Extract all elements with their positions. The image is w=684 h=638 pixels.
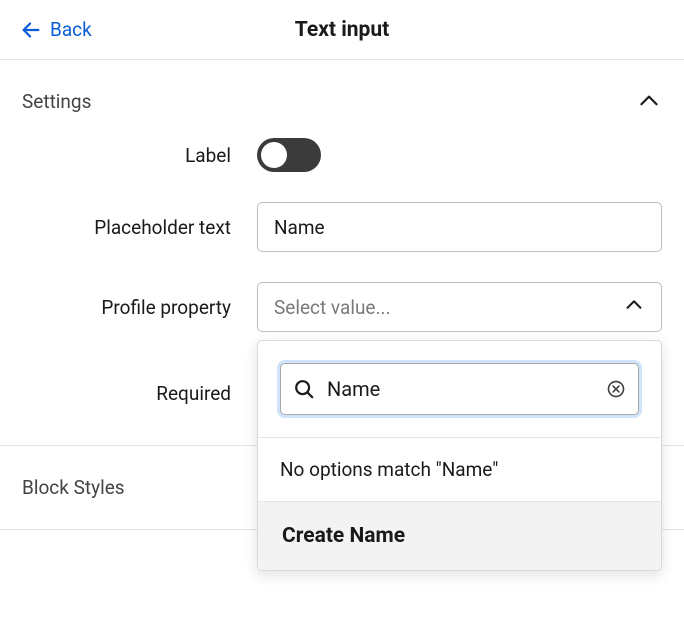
placeholder-text-input[interactable] xyxy=(257,202,662,252)
create-option[interactable]: Create Name xyxy=(258,501,661,570)
placeholder-row: Placeholder text xyxy=(22,202,662,252)
back-label: Back xyxy=(50,18,92,41)
settings-section-title: Settings xyxy=(22,90,91,113)
page-title: Text input xyxy=(295,18,389,42)
dropdown-search-input[interactable] xyxy=(327,377,606,401)
required-field-label: Required xyxy=(22,382,257,405)
select-placeholder-text: Select value... xyxy=(274,296,391,319)
chevron-up-icon xyxy=(636,88,662,114)
profile-property-row: Profile property Select value... xyxy=(22,282,662,332)
settings-section-header[interactable]: Settings xyxy=(0,60,684,138)
back-button[interactable]: Back xyxy=(20,18,92,41)
no-options-message: No options match "Name" xyxy=(258,438,661,501)
profile-property-select[interactable]: Select value... xyxy=(257,282,662,332)
block-styles-title: Block Styles xyxy=(22,476,125,499)
profile-property-dropdown: No options match "Name" Create Name xyxy=(257,340,662,571)
label-toggle[interactable] xyxy=(257,138,321,172)
page-header: Back Text input xyxy=(0,0,684,60)
chevron-up-icon xyxy=(623,294,645,320)
placeholder-field-label: Placeholder text xyxy=(22,216,257,239)
dropdown-search-container xyxy=(280,363,639,415)
search-icon xyxy=(293,378,315,400)
label-row: Label xyxy=(22,138,662,172)
profile-property-field-label: Profile property xyxy=(22,296,257,319)
label-field-label: Label xyxy=(22,144,257,167)
toggle-knob xyxy=(261,142,287,168)
arrow-left-icon xyxy=(20,19,42,41)
settings-form: Label Placeholder text Profile property … xyxy=(0,138,684,405)
clear-icon[interactable] xyxy=(606,379,626,399)
